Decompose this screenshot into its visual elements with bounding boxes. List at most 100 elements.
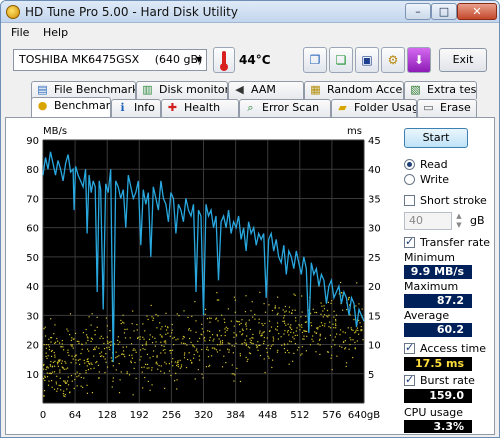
access-time-point xyxy=(142,387,144,389)
access-time-point xyxy=(283,317,285,319)
access-time-point xyxy=(147,380,149,383)
access-time-point xyxy=(142,323,144,325)
read-radio[interactable]: Read xyxy=(404,158,484,172)
tab-label: Info xyxy=(134,101,155,114)
access-time-point xyxy=(145,343,147,345)
x-tick-label: 576 xyxy=(322,410,341,421)
close-button[interactable]: ✕ xyxy=(457,3,497,20)
gear-icon: ⚙ xyxy=(387,53,399,67)
access-time-point xyxy=(271,366,273,369)
access-time-point xyxy=(43,395,45,397)
minimum-label: Minimum xyxy=(404,251,455,264)
access-time-point xyxy=(258,322,260,324)
access-time-point xyxy=(263,340,265,342)
access-time-point xyxy=(350,327,352,329)
file-benchmark-icon: ▤ xyxy=(37,83,48,96)
copy-screenshot-button[interactable]: ❏ xyxy=(329,47,353,73)
short-stroke-stepper[interactable]: ▲ ▼ xyxy=(454,212,464,230)
access-time-point xyxy=(201,348,203,351)
access-time-point xyxy=(124,356,126,358)
access-time-point xyxy=(155,313,157,316)
access-time-point xyxy=(195,331,197,333)
access-time-point xyxy=(233,336,235,338)
access-time-point xyxy=(276,314,278,316)
access-time-point xyxy=(148,367,150,369)
access-time-point xyxy=(136,324,138,326)
access-time-point xyxy=(183,354,186,356)
tab-label: Erase xyxy=(440,101,471,114)
x-tick-label: 512 xyxy=(290,410,309,421)
burst-rate-checkbox[interactable]: Burst rate xyxy=(404,373,494,388)
access-time-point xyxy=(335,324,337,327)
access-time-point xyxy=(70,339,72,342)
access-time-point xyxy=(199,337,201,339)
write-radio[interactable]: Write xyxy=(404,173,484,187)
y-right-tick-label: 40 xyxy=(368,165,381,176)
tab-folder-usage[interactable]: ▰ Folder Usage xyxy=(331,99,417,117)
tab-error-scan[interactable]: ⌕ Error Scan xyxy=(239,99,331,117)
access-time-point xyxy=(188,329,190,331)
y-left-tick-label: 70 xyxy=(26,194,39,205)
copy-info-button[interactable]: ❐ xyxy=(303,47,327,73)
y-right-tick-label: 5 xyxy=(368,370,374,381)
access-time-point xyxy=(120,322,122,325)
access-time-point xyxy=(161,326,163,328)
short-stroke-input[interactable]: 40 xyxy=(404,212,452,230)
access-time-point xyxy=(252,333,254,336)
short-stroke-checkbox[interactable]: Short stroke xyxy=(404,194,494,208)
minimize-button[interactable]: – xyxy=(405,3,431,20)
menu-file[interactable]: File xyxy=(11,26,29,39)
access-time-point xyxy=(187,358,189,361)
tab-health[interactable]: ✚ Health xyxy=(161,99,239,117)
title-bar[interactable]: HD Tune Pro 5.00 - Hard Disk Utility – □… xyxy=(1,1,499,23)
tab-benchmark[interactable]: ● Benchmark xyxy=(31,97,111,117)
access-time-point xyxy=(157,368,159,370)
transfer-rate-checkbox[interactable]: Transfer rate xyxy=(404,235,494,250)
tab-extra-tests[interactable]: ▧ Extra tests xyxy=(404,81,477,99)
start-button[interactable]: Start xyxy=(404,128,468,148)
x-tick-label: 64 xyxy=(69,410,82,421)
access-time-checkbox[interactable]: Access time xyxy=(404,341,494,356)
access-time-point xyxy=(72,338,75,340)
save-button[interactable]: ▣ xyxy=(355,47,379,73)
access-time-point xyxy=(59,369,61,371)
access-time-point xyxy=(176,362,178,364)
access-time-point xyxy=(244,339,246,341)
access-time-point xyxy=(311,338,313,340)
options-button[interactable]: ⚙ xyxy=(381,47,405,73)
access-time-point xyxy=(310,325,313,327)
access-time-point xyxy=(300,354,302,356)
access-time-point xyxy=(197,340,199,342)
access-time-point xyxy=(115,369,117,371)
tab-label: Benchmark xyxy=(54,99,111,112)
tab-random-access[interactable]: ▦ Random Access xyxy=(304,81,404,99)
access-time-point xyxy=(246,335,248,337)
tab-erase[interactable]: ▭ Erase xyxy=(417,99,477,117)
access-time-point xyxy=(62,367,64,369)
access-time-point xyxy=(85,369,87,372)
access-time-point xyxy=(229,343,231,345)
exit-button[interactable]: Exit xyxy=(439,48,487,72)
tab-aam[interactable]: ◀ AAM xyxy=(228,81,304,99)
access-time-point xyxy=(58,359,60,361)
download-button[interactable]: ⬇ xyxy=(407,47,431,73)
tab-info[interactable]: ℹ Info xyxy=(111,99,161,117)
access-time-point xyxy=(132,394,134,396)
y-left-tick-label: 90 xyxy=(26,136,39,147)
access-time-point xyxy=(276,351,279,353)
access-time-point xyxy=(156,355,158,357)
access-time-point xyxy=(167,326,169,328)
tab-disk-monitor[interactable]: ▥ Disk monitor xyxy=(136,81,228,99)
access-time-point xyxy=(327,301,330,303)
access-time-point xyxy=(144,376,146,379)
access-time-point xyxy=(171,323,173,326)
access-time-point xyxy=(250,339,252,342)
access-time-point xyxy=(293,352,295,355)
access-time-point xyxy=(289,326,291,328)
access-time-point xyxy=(125,346,128,348)
maximize-button[interactable]: □ xyxy=(431,3,457,20)
access-time-point xyxy=(44,376,46,378)
access-time-point xyxy=(312,335,314,337)
menu-help[interactable]: Help xyxy=(43,26,68,39)
drive-select[interactable]: TOSHIBA MK6475GSX (640 gB) ▼ xyxy=(13,49,207,71)
